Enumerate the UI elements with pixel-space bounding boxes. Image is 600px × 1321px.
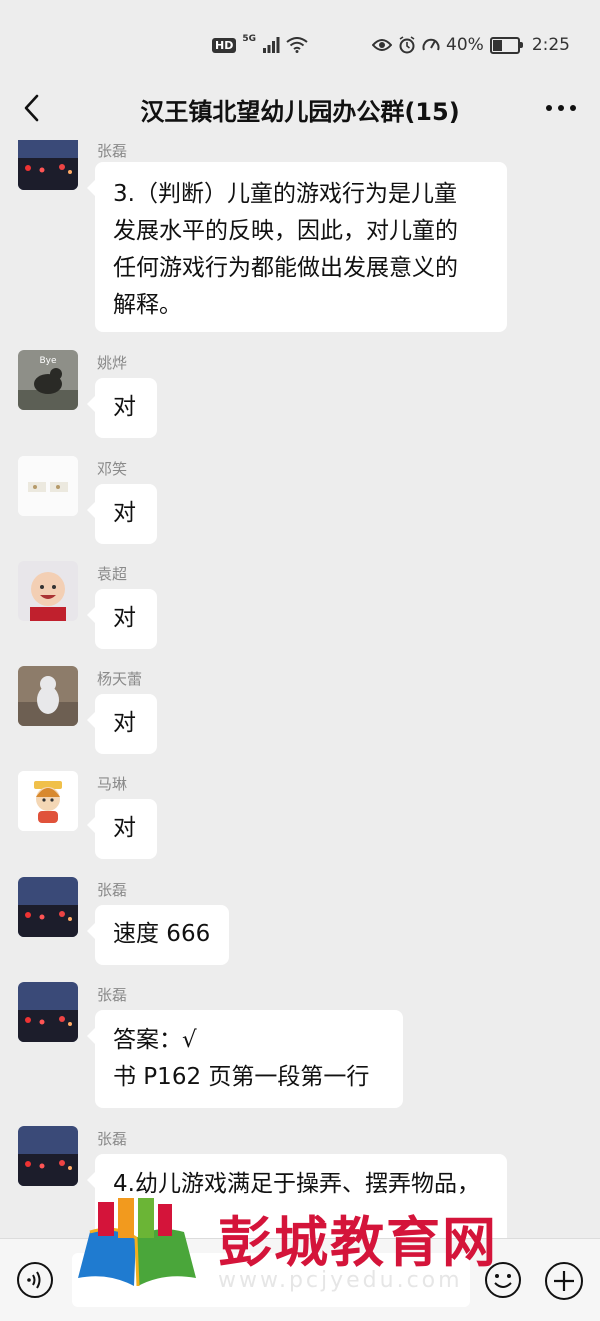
svg-text:Bye: Bye	[39, 356, 57, 366]
message-bubble[interactable]: 对	[87, 799, 157, 859]
dusk-street-photo	[18, 1126, 78, 1186]
status-right: 40% 2:25	[372, 33, 570, 57]
sender-name: 邓笑	[97, 460, 128, 478]
message-bubble[interactable]: 3.（判断）儿童的游戏行为是儿童 发展水平的反映，因此，对儿童的 任何游戏行为都…	[87, 162, 507, 332]
sender-name: 袁超	[97, 565, 128, 583]
message-text-line: 对	[113, 394, 136, 420]
message-text-line: 对	[113, 710, 136, 736]
plush-toy-photo	[18, 666, 78, 726]
voice-icon[interactable]	[16, 1261, 54, 1299]
message-bubble[interactable]: 答案：√ 书 P162 页第一段第一行	[87, 1010, 403, 1108]
avatar[interactable]	[18, 666, 78, 726]
signal-icon	[263, 37, 280, 53]
sender-name: 张磊	[97, 881, 128, 899]
eye-icon	[372, 39, 393, 51]
message-text-line: 书 P162 页第一段第一行	[113, 1064, 370, 1090]
chat-title: 汉王镇北望幼儿园办公群(15)	[140, 98, 460, 126]
clock: 2:25	[531, 35, 570, 55]
avatar[interactable]	[18, 456, 78, 516]
battery-icon	[489, 36, 523, 54]
wifi-icon	[286, 37, 308, 53]
sender-name: 张磊	[97, 1130, 128, 1148]
message-text-line: 4.幼儿游戏满足于操弄、摆弄物品，	[113, 1171, 480, 1197]
avatar[interactable]: Bye	[18, 350, 78, 410]
message-bubble[interactable]: 速度 666	[87, 905, 229, 965]
avatar[interactable]	[18, 877, 78, 937]
message-bubble[interactable]: 对	[87, 589, 157, 649]
message-bubble[interactable]: 对	[87, 694, 157, 754]
smiling-baby-photo	[18, 561, 78, 621]
message-input[interactable]	[72, 1253, 470, 1307]
animal-bye-sticker: Bye	[18, 350, 78, 410]
message-bubble[interactable]: 对	[87, 484, 157, 544]
sender-name: 姚烨	[97, 354, 128, 372]
battery-percent: 40%	[446, 35, 484, 55]
dusk-street-photo	[18, 877, 78, 937]
input-bar	[0, 1238, 600, 1321]
avatar[interactable]	[18, 771, 78, 831]
message-text-line: 发展水平的反映，因此，对儿童的	[113, 218, 458, 244]
battery-fill	[492, 39, 502, 51]
message-text-line: 对	[113, 605, 136, 631]
status-left: HD 5G	[212, 33, 308, 57]
message-text-line: 3.（判断）儿童的游戏行为是儿童	[113, 181, 457, 207]
chat-header: 汉王镇北望幼儿园办公群(15)	[0, 78, 600, 140]
small-figures-image	[18, 456, 78, 516]
cartoon-girl-sticker	[18, 771, 78, 831]
dusk-street-photo	[18, 982, 78, 1042]
message-text-line: 答案：√	[113, 1027, 197, 1053]
plus-icon[interactable]	[544, 1261, 584, 1301]
message-bubble[interactable]: 4.幼儿游戏满足于操弄、摆弄物品，	[87, 1154, 507, 1238]
status-bar: HD 5G 40% 2:25	[0, 0, 600, 78]
speedometer-icon	[422, 38, 440, 51]
message-text-line: 对	[113, 815, 136, 841]
back-chevron-icon[interactable]	[18, 92, 48, 124]
message-text-line: 解释。	[113, 292, 182, 318]
hd-badge: HD	[212, 37, 237, 53]
sender-name: 张磊	[97, 142, 128, 160]
more-dots-icon[interactable]	[544, 98, 578, 118]
message-text-line: 对	[113, 500, 136, 526]
message-text-line: 任何游戏行为都能做出发展意义的	[113, 255, 458, 281]
emoji-icon[interactable]	[484, 1261, 522, 1299]
sender-name: 张磊	[97, 986, 128, 1004]
avatar[interactable]	[18, 982, 78, 1042]
sender-name: 杨天蕾	[97, 670, 143, 688]
message-bubble[interactable]: 对	[87, 378, 157, 438]
avatar[interactable]	[18, 1126, 78, 1186]
avatar[interactable]	[18, 140, 78, 190]
message-text-line: 速度 666	[113, 921, 211, 947]
sender-name: 马琳	[97, 775, 128, 793]
network-type: 5G	[242, 34, 256, 44]
alarm-icon	[399, 36, 415, 54]
message-list[interactable]: 张磊 3.（判断）儿童的游戏行为是儿童 发展水平的反映，因此，对儿童的 任何游戏…	[0, 140, 600, 1238]
dusk-street-photo	[18, 140, 78, 190]
avatar[interactable]	[18, 561, 78, 621]
